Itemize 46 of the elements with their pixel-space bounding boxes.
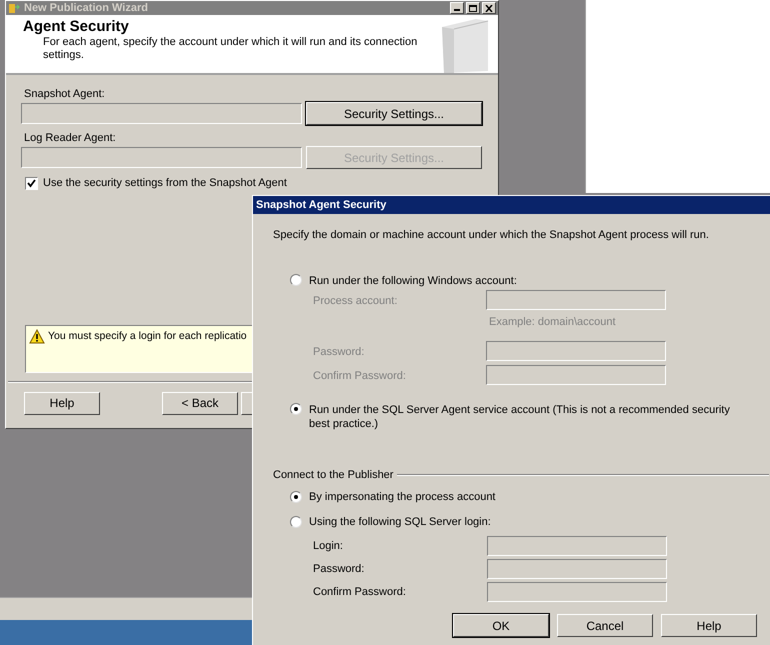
page-title: Agent Security	[23, 17, 130, 36]
dialog-title: Snapshot Agent Security	[256, 198, 386, 213]
dialog-button[interactable]: Security Settings...	[306, 102, 482, 125]
minimize-button[interactable]	[450, 2, 464, 14]
radio-button[interactable]	[290, 402, 302, 414]
input-field[interactable]	[486, 364, 666, 384]
radio-button[interactable]	[290, 516, 302, 528]
wizard-icon	[8, 2, 20, 14]
dialog-button[interactable]: Help	[661, 614, 757, 637]
warning-message: You must specify a login for each replicatio	[48, 328, 247, 344]
page-description: For each agent, specify the account under which it will run and its connection settings.	[42, 36, 418, 62]
account-field[interactable]	[21, 147, 302, 168]
input-field[interactable]	[487, 582, 667, 602]
close-button[interactable]	[482, 2, 496, 14]
dialog-button[interactable]: Help	[24, 392, 100, 414]
dialog-button[interactable]: OK	[453, 614, 549, 637]
input-field[interactable]	[487, 559, 667, 579]
input-field[interactable]	[486, 290, 666, 310]
checkbox[interactable]	[25, 176, 38, 190]
dialog-button[interactable]: < Back	[162, 392, 238, 414]
warning-icon	[29, 328, 45, 344]
option-label: Using the following SQL Server login:	[309, 514, 491, 530]
group-title: Connect to the Publisher	[273, 468, 394, 482]
field-label: Password:	[313, 344, 366, 360]
account-field[interactable]	[21, 103, 302, 124]
radio-button[interactable]	[290, 274, 302, 286]
maximize-button[interactable]	[466, 2, 480, 14]
input-field[interactable]	[486, 340, 666, 360]
instruction-text: Specify the domain or machine account under which the Snapshot Agent process will run.	[273, 228, 710, 242]
field-label: Confirm Password:	[313, 584, 407, 600]
hint-text: Example: domain\account	[489, 315, 617, 330]
option-label: Run under the SQL Server Agent service account (This is not a recommended security best practice.)	[309, 402, 731, 430]
radio-button[interactable]	[290, 491, 302, 504]
option-label: By impersonating the process account	[309, 490, 496, 505]
field-label: Login:	[313, 538, 344, 554]
agent-label: Snapshot Agent:	[23, 87, 106, 101]
checkbox-label: Use the security settings from the Snapshot Agent	[43, 176, 287, 191]
input-field[interactable]	[487, 536, 667, 556]
window-title: New Publication Wizard	[24, 1, 148, 15]
dialog-button[interactable]: Cancel	[557, 614, 653, 637]
field-label: Process account:	[313, 294, 398, 309]
field-label: Password:	[313, 562, 366, 577]
close-icon	[485, 4, 493, 12]
agent-label: Log Reader Agent:	[23, 131, 117, 145]
field-label: Confirm Password:	[313, 368, 407, 384]
option-label: Run under the following Windows account:	[309, 274, 518, 288]
